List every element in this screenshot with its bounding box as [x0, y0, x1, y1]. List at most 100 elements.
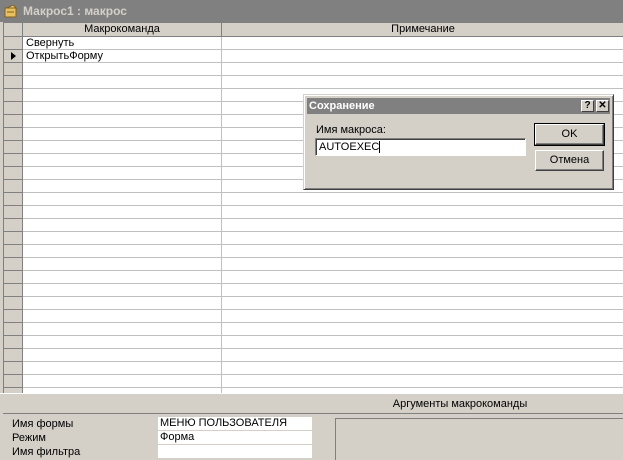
row-selector[interactable] [4, 232, 23, 245]
comment-cell[interactable] [222, 219, 623, 231]
row-selector[interactable] [4, 362, 23, 375]
table-row[interactable] [4, 284, 623, 297]
table-row[interactable] [4, 258, 623, 271]
row-selector[interactable] [4, 310, 23, 323]
row-selector[interactable] [4, 271, 23, 284]
comment-cell[interactable] [222, 375, 623, 387]
row-selector[interactable] [4, 323, 23, 336]
row-selector[interactable] [4, 206, 23, 219]
table-row[interactable] [4, 323, 623, 336]
action-cell[interactable] [23, 232, 222, 244]
comment-cell[interactable] [222, 76, 623, 88]
action-cell[interactable] [23, 245, 222, 257]
row-selector[interactable] [4, 128, 23, 141]
table-row[interactable] [4, 375, 623, 388]
comment-cell[interactable] [222, 50, 623, 62]
table-row[interactable] [4, 193, 623, 206]
comment-cell[interactable] [222, 37, 623, 49]
action-cell[interactable] [23, 336, 222, 348]
action-cell[interactable] [23, 323, 222, 335]
row-selector[interactable] [4, 167, 23, 180]
comment-cell[interactable] [222, 206, 623, 218]
macro-grid[interactable]: Макрокоманда Примечание Свернуть ОткрытьФ… [3, 22, 623, 393]
arg-value-form-name[interactable]: МЕНЮ ПОЛЬЗОВАТЕЛЯ [158, 417, 312, 431]
action-cell[interactable] [23, 271, 222, 283]
arg-value-filter[interactable] [158, 445, 312, 459]
arg-value-mode[interactable]: Форма [158, 431, 312, 445]
comment-cell[interactable] [222, 362, 623, 374]
action-cell[interactable] [23, 102, 222, 114]
header-select-all[interactable] [4, 23, 23, 37]
row-selector[interactable] [4, 180, 23, 193]
row-selector[interactable] [4, 89, 23, 102]
comment-cell[interactable] [222, 323, 623, 335]
row-selector[interactable] [4, 37, 23, 50]
comment-cell[interactable] [222, 271, 623, 283]
action-cell[interactable] [23, 128, 222, 140]
action-cell[interactable] [23, 362, 222, 374]
table-row[interactable]: Свернуть [4, 37, 623, 50]
row-selector[interactable] [4, 219, 23, 232]
action-cell[interactable] [23, 206, 222, 218]
action-cell[interactable] [23, 310, 222, 322]
row-selector[interactable] [4, 141, 23, 154]
table-row[interactable] [4, 297, 623, 310]
action-cell[interactable] [23, 193, 222, 205]
row-selector[interactable] [4, 349, 23, 362]
action-cell[interactable] [23, 141, 222, 153]
table-row[interactable] [4, 76, 623, 89]
table-row[interactable] [4, 232, 623, 245]
action-cell[interactable] [23, 63, 222, 75]
comment-cell[interactable] [222, 297, 623, 309]
row-selector[interactable] [4, 102, 23, 115]
row-selector[interactable] [4, 76, 23, 89]
action-cell[interactable] [23, 89, 222, 101]
action-cell[interactable] [23, 219, 222, 231]
action-cell[interactable] [23, 284, 222, 296]
action-cell[interactable]: Свернуть [23, 37, 222, 49]
row-selector[interactable] [4, 284, 23, 297]
comment-cell[interactable] [222, 310, 623, 322]
macro-name-input[interactable]: AUTOEXEC [315, 138, 526, 156]
action-cell[interactable] [23, 154, 222, 166]
table-row[interactable]: ОткрытьФорму [4, 50, 623, 63]
action-cell[interactable] [23, 375, 222, 387]
row-selector[interactable] [4, 375, 23, 388]
close-icon[interactable]: ✕ [596, 100, 609, 112]
action-cell[interactable]: ОткрытьФорму [23, 50, 222, 62]
table-row[interactable] [4, 310, 623, 323]
comment-cell[interactable] [222, 232, 623, 244]
row-selector[interactable] [4, 245, 23, 258]
comment-cell[interactable] [222, 349, 623, 361]
comment-cell[interactable] [222, 336, 623, 348]
action-cell[interactable] [23, 297, 222, 309]
column-header-action[interactable]: Макрокоманда [23, 23, 222, 37]
cancel-button[interactable]: Отмена [535, 150, 604, 171]
comment-cell[interactable] [222, 63, 623, 75]
row-selector[interactable] [4, 336, 23, 349]
table-row[interactable] [4, 336, 623, 349]
action-cell[interactable] [23, 76, 222, 88]
column-header-comment[interactable]: Примечание [222, 23, 623, 37]
row-selector[interactable] [4, 50, 23, 63]
action-cell[interactable] [23, 258, 222, 270]
dialog-titlebar[interactable]: Сохранение ? ✕ [307, 98, 610, 114]
comment-cell[interactable] [222, 245, 623, 257]
action-cell[interactable] [23, 115, 222, 127]
table-row[interactable] [4, 219, 623, 232]
row-selector[interactable] [4, 154, 23, 167]
table-row[interactable] [4, 63, 623, 76]
help-icon[interactable]: ? [581, 100, 594, 112]
table-row[interactable] [4, 245, 623, 258]
table-row[interactable] [4, 362, 623, 375]
row-selector[interactable] [4, 297, 23, 310]
comment-cell[interactable] [222, 258, 623, 270]
comment-cell[interactable] [222, 193, 623, 205]
table-row[interactable] [4, 271, 623, 284]
table-row[interactable] [4, 349, 623, 362]
action-cell[interactable] [23, 180, 222, 192]
ok-button[interactable]: OK [534, 123, 605, 146]
row-selector[interactable] [4, 193, 23, 206]
table-row[interactable] [4, 206, 623, 219]
action-cell[interactable] [23, 167, 222, 179]
